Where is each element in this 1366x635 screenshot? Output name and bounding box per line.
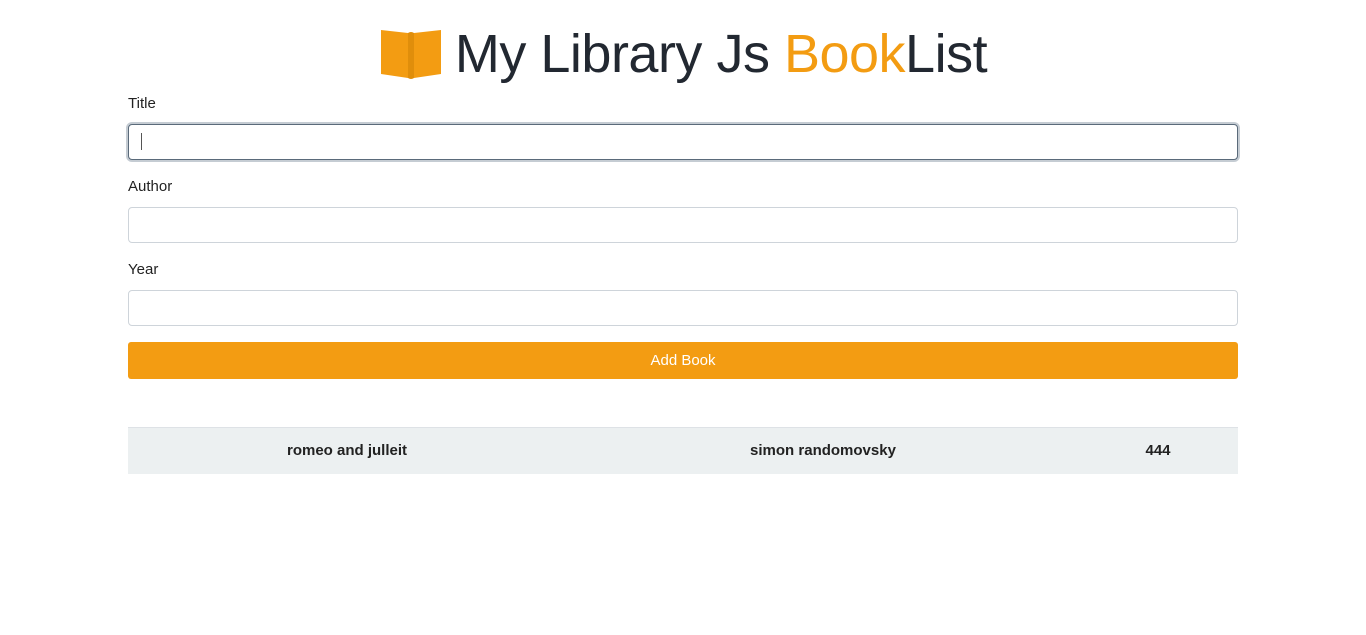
add-book-button[interactable]: Add Book — [128, 342, 1238, 379]
page-title: My Library Js BookList — [454, 24, 988, 84]
title-input[interactable] — [128, 124, 1238, 160]
year-label: Year — [128, 261, 159, 278]
page-header: My Library Js BookList — [128, 22, 1238, 86]
year-input[interactable] — [128, 290, 1238, 326]
text-caret — [141, 133, 142, 150]
book-list-table: romeo and julleit simon randomovsky 444 — [128, 427, 1238, 474]
title-label: Title — [128, 95, 156, 112]
book-year-cell: 444 — [1145, 442, 1171, 459]
book-author-cell: simon randomovsky — [750, 442, 896, 459]
book-title-cell: romeo and julleit — [286, 442, 407, 459]
author-label: Author — [128, 178, 173, 195]
open-book-icon — [380, 30, 441, 79]
author-input[interactable] — [128, 207, 1238, 243]
